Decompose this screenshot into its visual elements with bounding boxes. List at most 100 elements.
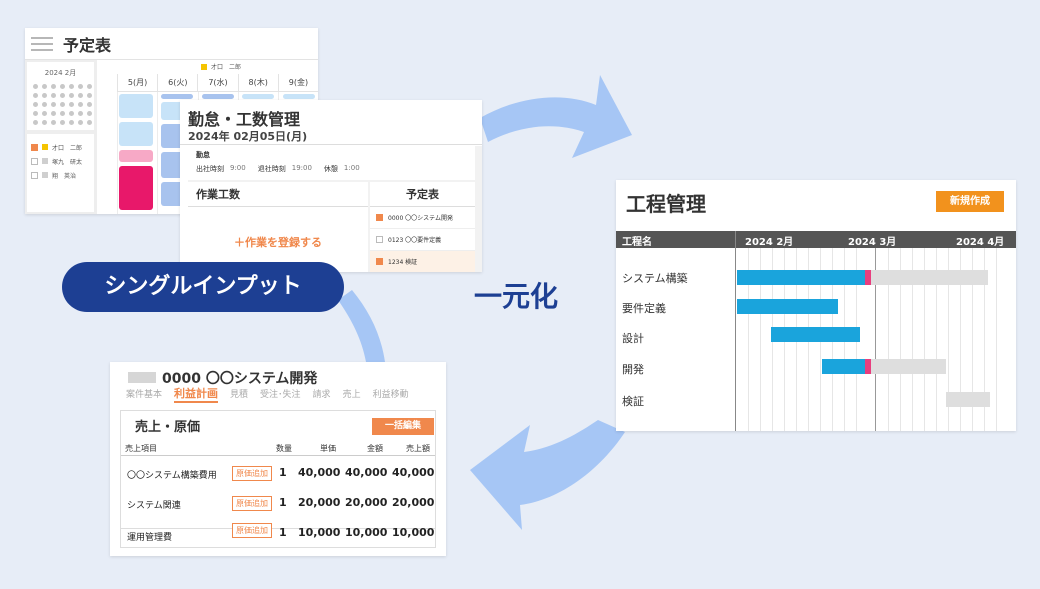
out-time-value[interactable]: 19:00 [292, 164, 312, 174]
tab-estimate[interactable]: 見積 [230, 387, 248, 403]
single-input-badge: シングルインプット [62, 262, 344, 312]
attendance-date: 2024年 02月05日(月) [188, 130, 308, 143]
gantt-today-marker [865, 270, 871, 285]
task-name[interactable]: 設計 [622, 330, 644, 346]
month-label: 2024 3月 [848, 237, 897, 248]
tab-profit-plan[interactable]: 利益計画 [174, 385, 219, 403]
task-name[interactable]: 検証 [622, 393, 644, 409]
gantt-bar-remaining[interactable] [871, 270, 988, 285]
mini-calendar: 2024 2月 [27, 62, 94, 130]
schedule-item[interactable]: 0000 〇〇システム開発 [370, 207, 475, 229]
calendar-event[interactable] [202, 94, 234, 99]
attendance-title: 勤怠・工数管理 [188, 110, 301, 129]
gantt-bar-progress[interactable] [771, 327, 860, 342]
schedule-item-label: 0000 〇〇システム開発 [388, 215, 453, 222]
schedule-list: 予定表 0000 〇〇システム開発 0123 〇〇要件定義 1234 検証 [370, 182, 475, 272]
color-swatch [42, 158, 48, 164]
row-sales: 40,000 [392, 466, 435, 479]
section-title: 売上・原価 [135, 420, 201, 435]
calendar-legend: 才口 二郎 [201, 62, 241, 71]
person-name: 翔 英治 [52, 172, 77, 180]
row-qty: 1 [279, 466, 287, 479]
bulk-edit-button[interactable]: 一括編集 [372, 418, 434, 435]
column-header: 金額 [367, 444, 383, 453]
in-time-label: 出社時刻 [196, 165, 224, 173]
column-header: 売上項目 [125, 444, 157, 453]
day-label: 9(金) [277, 74, 318, 91]
gantt-bar-progress[interactable] [737, 299, 838, 314]
month-label: 2024 2月 [745, 237, 794, 248]
calendar-event[interactable] [119, 150, 153, 162]
checkbox-checked-icon[interactable] [31, 143, 38, 151]
gantt-bar-remaining[interactable] [871, 359, 946, 374]
hamburger-icon[interactable] [31, 33, 53, 55]
gantt-header: 工程名 2024 2月 2024 3月 2024 4月 [616, 231, 1016, 248]
row-qty: 1 [279, 526, 287, 539]
tab-invoice[interactable]: 請求 [313, 387, 331, 403]
checkbox-checked-icon[interactable] [376, 214, 383, 221]
in-time-value[interactable]: 9:00 [230, 164, 246, 174]
row-item-name: システム関連 [127, 501, 181, 511]
calendar-title: 予定表 [63, 35, 112, 55]
person-item[interactable]: 才口 二郎 [27, 140, 94, 154]
unification-label: 一元化 [474, 280, 559, 313]
person-name: 塚九 研太 [52, 158, 83, 166]
profit-plan-panel: 0000 〇〇システム開発 案件基本 利益計画 見積 受注･失注 請求 売上 利… [110, 362, 446, 556]
break-value[interactable]: 1:00 [344, 164, 360, 174]
row-amount: 20,000 [345, 496, 388, 509]
gantt-bar-progress[interactable] [737, 270, 865, 285]
sales-cost-card: 売上・原価 一括編集 売上項目 数量 単価 金額 売上額 〇〇システム構築費用 … [120, 410, 436, 548]
task-name[interactable]: 開発 [622, 361, 644, 377]
day-label: 7(水) [197, 74, 237, 91]
checkbox-icon[interactable] [31, 157, 38, 165]
schedule-item[interactable]: 0123 〇〇要件定義 [370, 229, 475, 251]
checkbox-icon[interactable] [376, 236, 383, 243]
process-management-panel: 工程管理 新規作成 工程名 2024 2月 2024 3月 2024 4月 シス… [616, 180, 1016, 431]
gantt-bar-progress[interactable] [822, 359, 865, 374]
calendar-event[interactable] [161, 94, 193, 99]
calendar-event[interactable] [119, 122, 153, 146]
add-cost-button[interactable]: 原価追加 [232, 496, 272, 511]
day-label: 6(火) [157, 74, 197, 91]
gantt-today-marker [865, 359, 871, 374]
checkbox-checked-icon[interactable] [376, 258, 383, 265]
task-name[interactable]: システム構築 [622, 270, 688, 286]
register-work-button[interactable]: ＋作業を登録する [188, 234, 368, 250]
schedule-header: 予定表 [370, 182, 475, 207]
calendar-event[interactable] [283, 94, 315, 99]
person-item[interactable]: 塚九 研太 [27, 154, 94, 168]
mini-calendar-month: 2024 2月 [44, 69, 77, 77]
out-time-label: 退社時刻 [257, 165, 286, 173]
work-hours-header: 作業工数 [188, 182, 368, 207]
calendar-event[interactable] [119, 166, 153, 210]
attendance-panel: 勤怠・工数管理 2024年 02月05日(月) 勤怠 出社時刻 9:00 退社時刻… [180, 100, 482, 272]
tab-sales[interactable]: 売上 [343, 387, 361, 403]
new-create-button[interactable]: 新規作成 [936, 191, 1004, 212]
project-code-placeholder [128, 372, 156, 383]
tab-basic[interactable]: 案件基本 [126, 387, 162, 403]
checkbox-icon[interactable] [31, 171, 38, 179]
task-name-header: 工程名 [622, 237, 652, 248]
people-list: 才口 二郎 塚九 研太 翔 英治 [27, 134, 94, 212]
project-tabs: 案件基本 利益計画 見積 受注･失注 請求 売上 利益移動 [126, 387, 421, 403]
row-price: 10,000 [298, 526, 341, 539]
legend-swatch [201, 63, 207, 70]
tab-order[interactable]: 受注･失注 [260, 387, 301, 403]
tab-profit-transfer[interactable]: 利益移動 [373, 387, 409, 403]
calendar-event[interactable] [119, 94, 153, 118]
person-name: 才口 二郎 [52, 144, 83, 152]
add-cost-button[interactable]: 原価追加 [232, 466, 272, 481]
attendance-times: 勤怠 出社時刻 9:00 退社時刻 19:00 休憩 1:00 [188, 146, 475, 180]
person-item[interactable]: 翔 英治 [27, 168, 94, 182]
task-name[interactable]: 要件定義 [622, 300, 666, 316]
gantt-bar-remaining[interactable] [946, 392, 990, 407]
break-label: 休憩 [323, 165, 338, 173]
calendar-event[interactable] [242, 94, 274, 99]
schedule-item[interactable]: 1234 検証 [370, 251, 475, 272]
row-amount: 40,000 [345, 466, 388, 479]
month-label: 2024 4月 [956, 237, 1005, 248]
calendar-sidebar: 2024 2月 才口 二郎 塚九 研太 翔 英治 [25, 60, 97, 214]
calendar-day-header: 5(月) 6(火) 7(水) 8(木) 9(金) [117, 74, 318, 92]
add-cost-button[interactable]: 原価追加 [232, 523, 272, 538]
row-amount: 10,000 [345, 526, 388, 539]
